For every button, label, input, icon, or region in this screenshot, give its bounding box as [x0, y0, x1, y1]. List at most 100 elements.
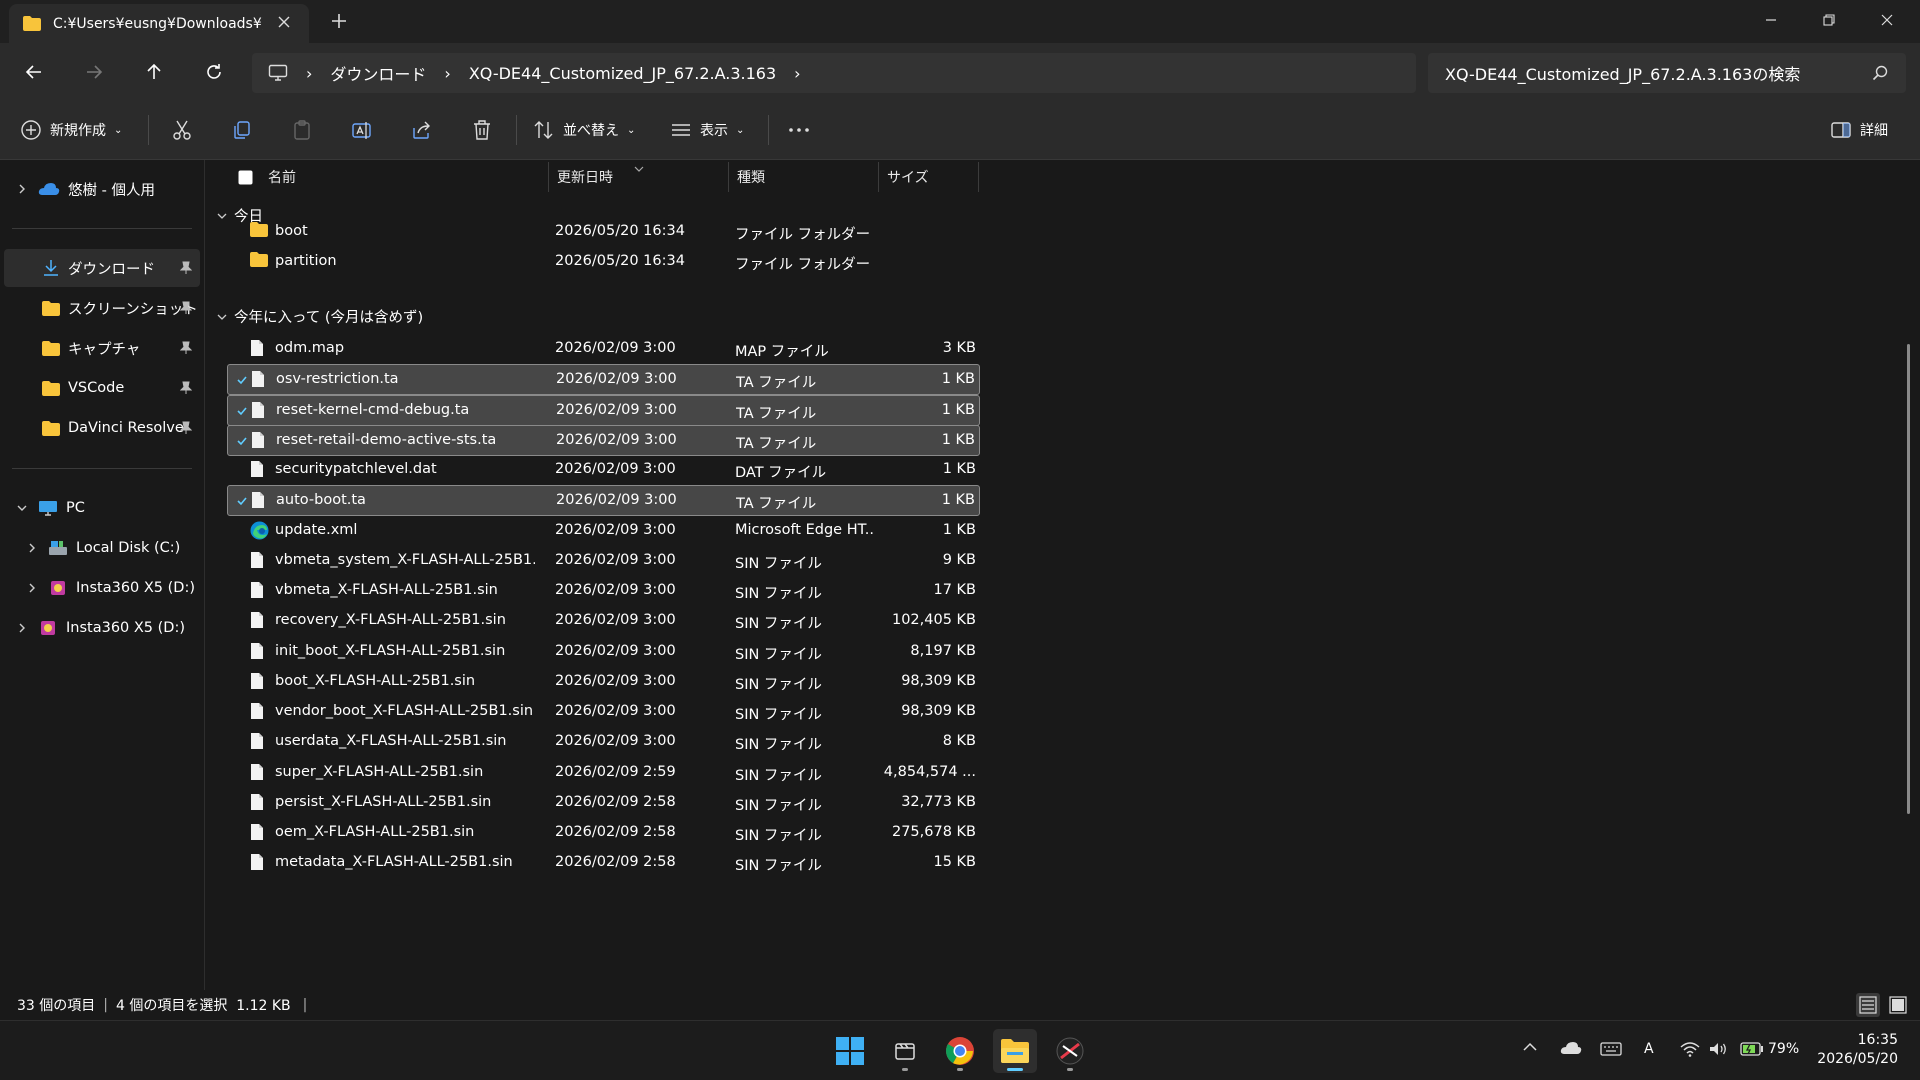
pin-icon[interactable] [180, 381, 192, 395]
breadcrumb-separator-icon[interactable]: › [444, 64, 450, 83]
row-checkbox[interactable] [235, 404, 249, 418]
restore-icon[interactable] [1814, 8, 1844, 32]
back-icon[interactable] [20, 58, 48, 86]
clock[interactable]: 16:35 2026/05/20 [1817, 1031, 1898, 1069]
search-input[interactable]: XQ-DE44_Customized_JP_67.2.A.3.163の検索 [1428, 53, 1906, 93]
file-row[interactable]: reset-retail-demo-active-sts.ta 2026/02/0… [227, 424, 980, 456]
sidebar-item-screenshots[interactable]: スクリーンショット [4, 289, 200, 327]
column-header-type[interactable]: 種類 [737, 160, 765, 194]
sidebar-item-davinci[interactable]: DaVinci Resolve [4, 409, 200, 447]
up-icon[interactable] [140, 58, 168, 86]
sidebar-item-insta360[interactable]: Insta360 X5 (D:) [4, 569, 200, 607]
pin-icon[interactable] [180, 341, 192, 355]
tiles-view-button[interactable] [1886, 993, 1910, 1017]
group-header-this-year[interactable]: 今年に入って (今月は含めず) [216, 306, 423, 327]
file-row[interactable]: vbmeta_X-FLASH-ALL-25B1.sin 2026/02/09 3:… [227, 576, 980, 607]
pin-icon[interactable] [180, 261, 192, 275]
vertical-scrollbar[interactable] [1907, 344, 1910, 814]
breadcrumb-separator-icon[interactable]: › [306, 64, 312, 83]
column-divider[interactable] [548, 162, 549, 192]
this-pc-icon[interactable] [268, 64, 288, 82]
file-row[interactable]: reset-kernel-cmd-debug.ta 2026/02/09 3:00… [227, 394, 980, 426]
column-divider[interactable] [728, 162, 729, 192]
row-checkbox[interactable] [235, 434, 249, 448]
battery-indicator[interactable]: 79% [1740, 1041, 1799, 1057]
forward-icon[interactable] [80, 58, 108, 86]
details-view-button[interactable] [1856, 993, 1880, 1017]
file-row[interactable]: auto-boot.ta 2026/02/09 3:00 TA ファイル 1 KB [227, 485, 980, 517]
folder-row[interactable]: boot 2026/05/20 16:34 ファイル フォルダー [227, 217, 980, 248]
file-row[interactable]: vendor_boot_X-FLASH-ALL-25B1.sin 2026/02/… [227, 697, 980, 728]
wifi-icon[interactable] [1680, 1041, 1700, 1057]
close-tab-icon[interactable] [277, 15, 291, 29]
new-tab-icon[interactable] [330, 12, 348, 30]
sidebar-item-capture[interactable]: キャプチャ [4, 329, 200, 367]
chevron-right-icon[interactable] [16, 183, 28, 195]
address-bar[interactable]: › ダウンロード › XQ-DE44_Customized_JP_67.2.A.… [252, 53, 1416, 93]
file-row[interactable]: oem_X-FLASH-ALL-25B1.sin 2026/02/09 2:58 S… [227, 818, 980, 849]
refresh-icon[interactable] [200, 58, 228, 86]
column-header-name[interactable]: 名前 [268, 160, 296, 194]
breadcrumb-separator-icon[interactable]: › [794, 64, 800, 83]
cut-button[interactable] [171, 119, 193, 141]
file-row[interactable]: userdata_X-FLASH-ALL-25B1.sin 2026/02/09 … [227, 727, 980, 758]
pin-icon[interactable] [180, 421, 192, 435]
taskbar-app-clipchamp[interactable] [883, 1029, 927, 1073]
details-pane-button[interactable]: 詳細 [1830, 119, 1888, 141]
tab-downloads[interactable]: C:¥Users¥eusng¥Downloads¥) [9, 4, 309, 43]
taskbar-app-xperia[interactable] [1048, 1029, 1092, 1073]
close-window-icon[interactable] [1872, 8, 1902, 32]
taskbar-app-file-explorer[interactable] [993, 1029, 1037, 1073]
file-row[interactable]: super_X-FLASH-ALL-25B1.sin 2026/02/09 2:5… [227, 758, 980, 789]
new-button[interactable]: 新規作成 ⌄ [20, 119, 122, 141]
column-divider[interactable] [878, 162, 879, 192]
file-row[interactable]: recovery_X-FLASH-ALL-25B1.sin 2026/02/09 … [227, 606, 980, 637]
view-button[interactable]: 表示 ⌄ [670, 119, 744, 141]
breadcrumb-current-folder[interactable]: XQ-DE44_Customized_JP_67.2.A.3.163 [469, 64, 776, 83]
row-checkbox[interactable] [235, 373, 249, 387]
minimize-icon[interactable] [1756, 8, 1786, 32]
file-row[interactable]: securitypatchlevel.dat 2026/02/09 3:00 DAT… [227, 455, 980, 486]
rename-button[interactable] [351, 119, 373, 141]
volume-icon[interactable] [1708, 1041, 1728, 1057]
chevron-right-icon[interactable] [26, 542, 38, 554]
start-button[interactable] [828, 1029, 872, 1073]
file-row[interactable]: boot_X-FLASH-ALL-25B1.sin 2026/02/09 3:00… [227, 667, 980, 698]
breadcrumb-downloads[interactable]: ダウンロード [330, 61, 426, 85]
file-row[interactable]: persist_X-FLASH-ALL-25B1.sin 2026/02/09 2… [227, 788, 980, 819]
file-row[interactable]: osv-restriction.ta 2026/02/09 3:00 TA ファイル… [227, 364, 980, 396]
row-checkbox[interactable] [235, 494, 249, 508]
select-all-checkbox[interactable] [238, 160, 253, 194]
sidebar-item-pc[interactable]: PC [4, 489, 200, 527]
copy-button[interactable] [231, 119, 253, 141]
file-row[interactable]: init_boot_X-FLASH-ALL-25B1.sin 2026/02/09… [227, 637, 980, 668]
sidebar-item-onedrive[interactable]: 悠樹 - 個人用 [4, 170, 200, 208]
sidebar-item-insta360-root[interactable]: Insta360 X5 (D:) [4, 609, 200, 647]
chevron-down-icon[interactable] [216, 311, 228, 323]
sidebar-item-downloads[interactable]: ダウンロード [4, 249, 200, 287]
onedrive-icon[interactable] [1560, 1041, 1582, 1055]
file-row[interactable]: odm.map 2026/02/09 3:00 MAP ファイル 3 KB [227, 334, 980, 365]
keyboard-icon[interactable] [1600, 1041, 1622, 1057]
share-button[interactable] [411, 119, 433, 141]
file-row[interactable]: update.xml 2026/02/09 3:00 Microsoft Edge … [227, 516, 980, 547]
sort-button[interactable]: 並べ替え ⌄ [533, 119, 635, 141]
chevron-right-icon[interactable] [16, 622, 28, 634]
ime-mode-indicator[interactable]: A [1644, 1041, 1654, 1057]
paste-button[interactable] [291, 119, 313, 141]
folder-row[interactable]: partition 2026/05/20 16:34 ファイル フォルダー [227, 247, 980, 278]
tray-overflow-icon[interactable] [1522, 1041, 1538, 1053]
chevron-right-icon[interactable] [26, 582, 38, 594]
delete-button[interactable] [471, 119, 493, 141]
column-header-date[interactable]: 更新日時 [557, 160, 613, 194]
sidebar-item-vscode[interactable]: VSCode [4, 369, 200, 407]
chevron-down-icon[interactable] [16, 502, 28, 514]
taskbar-app-chrome[interactable] [938, 1029, 982, 1073]
file-row[interactable]: vbmeta_system_X-FLASH-ALL-25B1.sin 2026/0… [227, 546, 980, 577]
column-header-size[interactable]: サイズ [887, 160, 929, 194]
column-divider[interactable] [978, 162, 979, 192]
sidebar-item-local-disk[interactable]: Local Disk (C:) [4, 529, 200, 567]
more-options-button[interactable] [787, 119, 811, 141]
pin-icon[interactable] [180, 301, 192, 315]
file-row[interactable]: metadata_X-FLASH-ALL-25B1.sin 2026/02/09 … [227, 848, 980, 879]
